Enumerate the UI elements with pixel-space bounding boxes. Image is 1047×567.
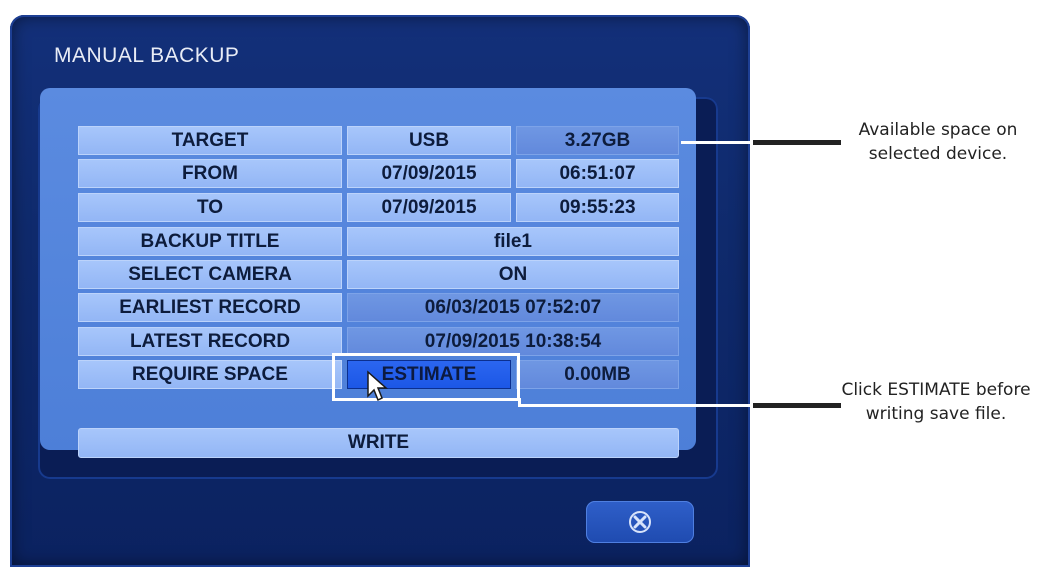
target-available-space: 3.27GB (516, 126, 679, 155)
dialog-title: MANUAL BACKUP (54, 44, 240, 67)
target-device-select[interactable]: USB (347, 126, 511, 155)
backup-title-label: BACKUP TITLE (78, 227, 342, 256)
available-space-note-line2: selected device. (868, 144, 1008, 164)
latest-record-value: 07/09/2015 10:38:54 (347, 327, 679, 356)
require-space-label: REQUIRE SPACE (78, 360, 342, 389)
require-space-value: 0.00MB (516, 360, 679, 389)
estimate-note: Click ESTIMATE before writing save file. (826, 378, 1046, 426)
earliest-record-value: 06/03/2015 07:52:07 (347, 293, 679, 322)
available-space-note: Available space on selected device. (843, 118, 1033, 166)
earliest-record-label: EARLIEST RECORD (78, 293, 342, 322)
available-space-callout-line (681, 141, 753, 144)
latest-record-label: LATEST RECORD (78, 327, 342, 356)
estimate-note-line2: writing save file. (865, 404, 1007, 424)
available-space-callout-line-outer (753, 140, 841, 145)
from-date-field[interactable]: 07/09/2015 (347, 159, 511, 188)
target-label: TARGET (78, 126, 342, 155)
available-space-note-line1: Available space on (858, 120, 1018, 140)
from-label: FROM (78, 159, 342, 188)
from-time-field[interactable]: 06:51:07 (516, 159, 679, 188)
write-button[interactable]: WRITE (78, 428, 679, 458)
mouse-cursor-icon (367, 370, 388, 402)
close-button[interactable] (586, 501, 694, 543)
estimate-highlight-box (332, 353, 520, 401)
to-time-field[interactable]: 09:55:23 (516, 193, 679, 222)
backup-title-field[interactable]: file1 (347, 227, 679, 256)
select-camera-field[interactable]: ON (347, 260, 679, 289)
estimate-callout-line (518, 404, 753, 407)
to-label: TO (78, 193, 342, 222)
estimate-note-line1: Click ESTIMATE before (841, 380, 1031, 400)
select-camera-label: SELECT CAMERA (78, 260, 342, 289)
close-x-icon (629, 511, 651, 533)
to-date-field[interactable]: 07/09/2015 (347, 193, 511, 222)
